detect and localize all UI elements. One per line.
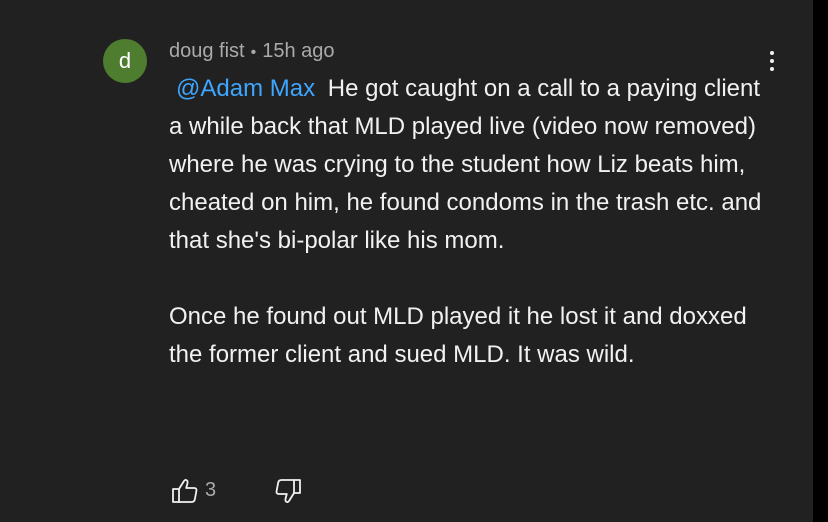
comment-paragraph: @Adam Max He got caught on a call to a p…: [169, 70, 769, 260]
thumbs-down-icon: [275, 479, 301, 504]
like-count: 3: [205, 479, 217, 501]
thumbs-up-icon: [172, 478, 198, 503]
comment-timestamp[interactable]: 15h ago: [262, 40, 334, 62]
comment-header: doug fist • 15h ago: [169, 40, 335, 63]
avatar[interactable]: d: [103, 39, 147, 83]
like-button[interactable]: [170, 476, 200, 506]
author-name[interactable]: doug fist: [169, 40, 245, 62]
more-dot: [770, 51, 774, 55]
meta-separator: •: [250, 44, 257, 61]
comment-text: @Adam Max He got caught on a call to a p…: [169, 70, 769, 374]
more-dot: [770, 67, 774, 71]
avatar-letter: d: [118, 48, 132, 73]
comment-paragraph: Once he found out MLD played it he lost …: [169, 303, 747, 368]
mention-link[interactable]: @Adam Max: [169, 75, 321, 102]
comment-card: d doug fist • 15h ago @Adam Max He got cau…: [0, 0, 813, 522]
dislike-button[interactable]: [273, 476, 303, 506]
more-dot: [770, 59, 774, 63]
